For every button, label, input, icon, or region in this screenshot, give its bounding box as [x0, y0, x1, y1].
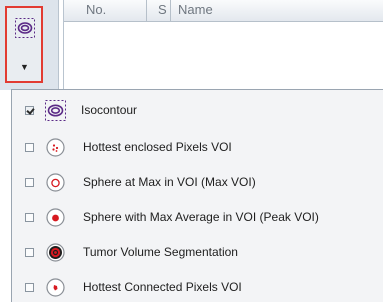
voi-tool-split-button[interactable]: ▼	[5, 6, 43, 83]
menu-item-checkbox[interactable]	[25, 106, 34, 115]
menu-item-label: Sphere with Max Average in VOI (Peak VOI…	[83, 210, 319, 224]
menu-item-isocontour[interactable]: Isocontour	[12, 93, 383, 127]
menu-item-sphere-max-average[interactable]: Sphere with Max Average in VOI (Peak VOI…	[12, 200, 383, 234]
menu-item-checkbox[interactable]	[25, 143, 34, 152]
dropdown-arrow-icon[interactable]: ▼	[20, 62, 29, 72]
menu-item-sphere-at-max[interactable]: Sphere at Max in VOI (Max VOI)	[12, 165, 383, 199]
menu-item-label: Isocontour	[81, 103, 138, 117]
hottest-connected-pixels-icon	[46, 278, 65, 297]
menu-item-hottest-connected-pixels[interactable]: Hottest Connected Pixels VOI	[12, 270, 383, 302]
voi-tool-menu: Isocontour Hottest enclosed Pixels VOI S…	[11, 89, 383, 302]
isocontour-icon[interactable]	[15, 18, 35, 38]
column-divider[interactable]	[146, 0, 147, 22]
menu-item-label: Tumor Volume Segmentation	[83, 245, 238, 259]
menu-item-tumor-volume-segmentation[interactable]: Tumor Volume Segmentation	[12, 235, 383, 269]
sphere-at-max-icon	[46, 173, 65, 192]
menu-item-label: Hottest Connected Pixels VOI	[83, 280, 242, 294]
column-header-no[interactable]: No.	[86, 2, 106, 17]
menu-item-hottest-enclosed-pixels[interactable]: Hottest enclosed Pixels VOI	[12, 130, 383, 164]
column-header-name[interactable]: Name	[178, 2, 213, 17]
menu-item-checkbox[interactable]	[25, 178, 34, 187]
menu-item-checkbox[interactable]	[25, 283, 34, 292]
menu-item-checkbox[interactable]	[25, 248, 34, 257]
menu-item-checkbox[interactable]	[25, 213, 34, 222]
voi-table-header: No. S Name	[64, 0, 383, 22]
isocontour-icon	[45, 100, 66, 121]
menu-item-label: Hottest enclosed Pixels VOI	[83, 140, 232, 154]
column-header-status[interactable]: S	[158, 2, 167, 17]
toolbar-divider	[58, 0, 59, 90]
column-divider[interactable]	[170, 0, 171, 22]
menu-item-label: Sphere at Max in VOI (Max VOI)	[83, 175, 256, 189]
hottest-enclosed-pixels-icon	[46, 138, 65, 157]
tumor-volume-segmentation-icon	[46, 243, 65, 262]
sphere-max-average-icon	[46, 208, 65, 227]
